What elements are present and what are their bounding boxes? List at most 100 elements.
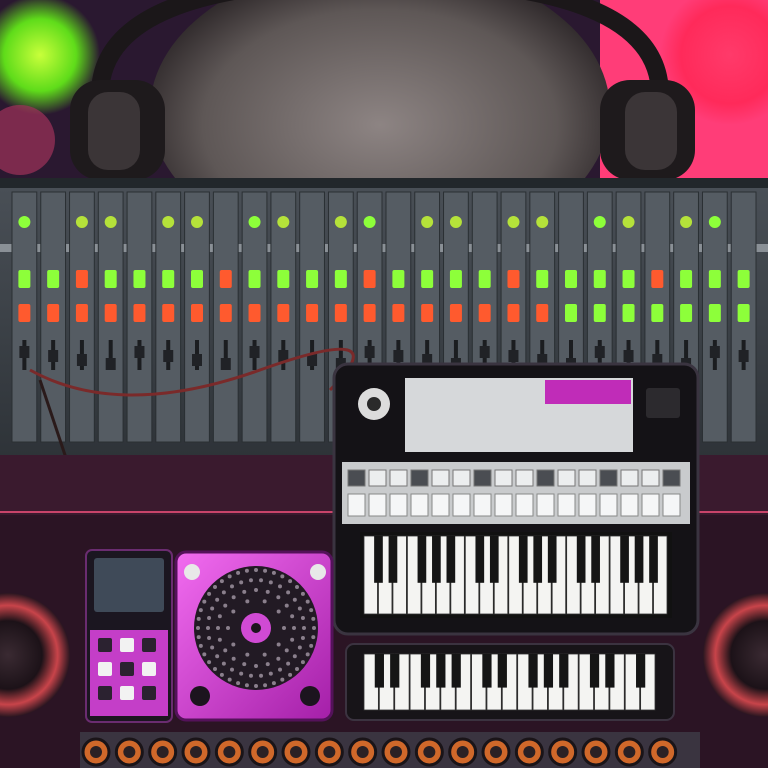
channel-top-led bbox=[536, 216, 549, 228]
fader-cap[interactable] bbox=[192, 354, 202, 366]
black-key[interactable] bbox=[649, 536, 658, 583]
black-key[interactable] bbox=[388, 536, 398, 583]
black-key[interactable] bbox=[390, 654, 400, 688]
fader-cap[interactable] bbox=[76, 354, 87, 366]
drum-pad[interactable] bbox=[120, 686, 134, 700]
platter-dot bbox=[219, 672, 224, 677]
black-key[interactable] bbox=[559, 654, 569, 688]
platter-dot bbox=[207, 660, 212, 665]
black-key[interactable] bbox=[547, 536, 557, 583]
drum-pad[interactable] bbox=[142, 638, 156, 652]
black-key[interactable] bbox=[605, 654, 615, 688]
black-key[interactable] bbox=[489, 536, 499, 583]
synth-strip-button[interactable] bbox=[452, 469, 471, 487]
synth-strip-key[interactable] bbox=[452, 493, 471, 517]
synth-button-pad[interactable] bbox=[646, 388, 680, 418]
synth-strip-key[interactable] bbox=[557, 493, 576, 517]
channel-meter-red bbox=[248, 304, 261, 322]
synth-strip-key[interactable] bbox=[536, 493, 555, 517]
drum-pad[interactable] bbox=[120, 662, 134, 676]
channel-meter-red bbox=[219, 304, 232, 322]
synth-strip-button[interactable] bbox=[641, 469, 660, 487]
black-key[interactable] bbox=[591, 536, 600, 583]
black-key[interactable] bbox=[436, 654, 446, 688]
turntable-knob-tr[interactable] bbox=[310, 564, 326, 580]
synth-strip-key[interactable] bbox=[347, 493, 366, 517]
synth-strip-button[interactable] bbox=[473, 469, 492, 487]
black-key[interactable] bbox=[446, 536, 456, 583]
synth-strip-key[interactable] bbox=[662, 493, 681, 517]
black-key[interactable] bbox=[576, 536, 586, 583]
synth-strip-key[interactable] bbox=[620, 493, 639, 517]
synth-strip-button[interactable] bbox=[494, 469, 513, 487]
synth-strip-key[interactable] bbox=[473, 493, 492, 517]
synth-strip-key[interactable] bbox=[515, 493, 534, 517]
black-key[interactable] bbox=[620, 536, 629, 583]
synth-strip-key[interactable] bbox=[641, 493, 660, 517]
black-key[interactable] bbox=[543, 654, 554, 688]
fader-cap[interactable] bbox=[594, 346, 605, 358]
synth-strip-key[interactable] bbox=[431, 493, 450, 517]
synth-strip-key[interactable] bbox=[368, 493, 387, 517]
synth-strip-button[interactable] bbox=[620, 469, 639, 487]
black-key[interactable] bbox=[528, 654, 538, 688]
platter-dot bbox=[217, 614, 222, 619]
black-key[interactable] bbox=[417, 536, 427, 583]
black-key[interactable] bbox=[374, 654, 384, 688]
fader-cap[interactable] bbox=[479, 346, 490, 358]
black-key[interactable] bbox=[432, 536, 441, 583]
fader-cap[interactable] bbox=[249, 346, 260, 358]
fader-cap[interactable] bbox=[220, 358, 231, 370]
fader-cap[interactable] bbox=[709, 346, 720, 358]
black-key[interactable] bbox=[636, 654, 646, 688]
drum-pad[interactable] bbox=[98, 638, 112, 652]
synth-strip-button[interactable] bbox=[431, 469, 450, 487]
black-key[interactable] bbox=[589, 654, 600, 688]
synth-strip-button[interactable] bbox=[347, 469, 366, 487]
synth-strip-button[interactable] bbox=[557, 469, 576, 487]
turntable-button-br[interactable] bbox=[300, 686, 320, 706]
synth-strip-button[interactable] bbox=[578, 469, 597, 487]
black-key[interactable] bbox=[497, 654, 507, 688]
synth-strip-key[interactable] bbox=[599, 493, 618, 517]
fader-cap[interactable] bbox=[163, 350, 174, 362]
synth-strip-button[interactable] bbox=[515, 469, 534, 487]
black-key[interactable] bbox=[374, 536, 383, 583]
turntable-knob-tl[interactable] bbox=[184, 564, 200, 580]
synth-strip-button[interactable] bbox=[662, 469, 681, 487]
fader-cap[interactable] bbox=[105, 358, 116, 370]
turntable-button-bl[interactable] bbox=[190, 686, 210, 706]
fader-cap[interactable] bbox=[738, 350, 749, 362]
drum-pad[interactable] bbox=[142, 686, 156, 700]
synth-strip-button[interactable] bbox=[536, 469, 555, 487]
fader-cap[interactable] bbox=[48, 350, 59, 362]
black-key[interactable] bbox=[475, 536, 485, 583]
fader-cap[interactable] bbox=[623, 350, 634, 362]
drum-pad[interactable] bbox=[120, 638, 134, 652]
black-key[interactable] bbox=[634, 536, 644, 583]
black-key[interactable] bbox=[518, 536, 528, 583]
synth-strip-key[interactable] bbox=[494, 493, 513, 517]
lower-keyboard bbox=[345, 643, 675, 721]
synth-strip-key[interactable] bbox=[410, 493, 429, 517]
synth-strip-button[interactable] bbox=[599, 469, 618, 487]
black-key[interactable] bbox=[420, 654, 431, 688]
synth-strip-key[interactable] bbox=[389, 493, 408, 517]
fader-cap[interactable] bbox=[134, 346, 145, 358]
black-key[interactable] bbox=[451, 654, 461, 688]
drum-pad[interactable] bbox=[142, 662, 156, 676]
drum-pad[interactable] bbox=[98, 662, 112, 676]
black-key[interactable] bbox=[533, 536, 543, 583]
synth-strip-button[interactable] bbox=[368, 469, 387, 487]
synth-strip-key[interactable] bbox=[578, 493, 597, 517]
synth-strip-button[interactable] bbox=[410, 469, 429, 487]
drum-pad[interactable] bbox=[98, 686, 112, 700]
fader-cap[interactable] bbox=[19, 346, 30, 358]
platter-dot bbox=[254, 568, 258, 572]
fader-cap[interactable] bbox=[393, 350, 404, 362]
synth-strip-button[interactable] bbox=[389, 469, 408, 487]
fader-cap[interactable] bbox=[364, 346, 375, 358]
black-key[interactable] bbox=[482, 654, 492, 688]
channel-meter-green bbox=[680, 270, 693, 288]
fader-cap[interactable] bbox=[508, 350, 519, 362]
